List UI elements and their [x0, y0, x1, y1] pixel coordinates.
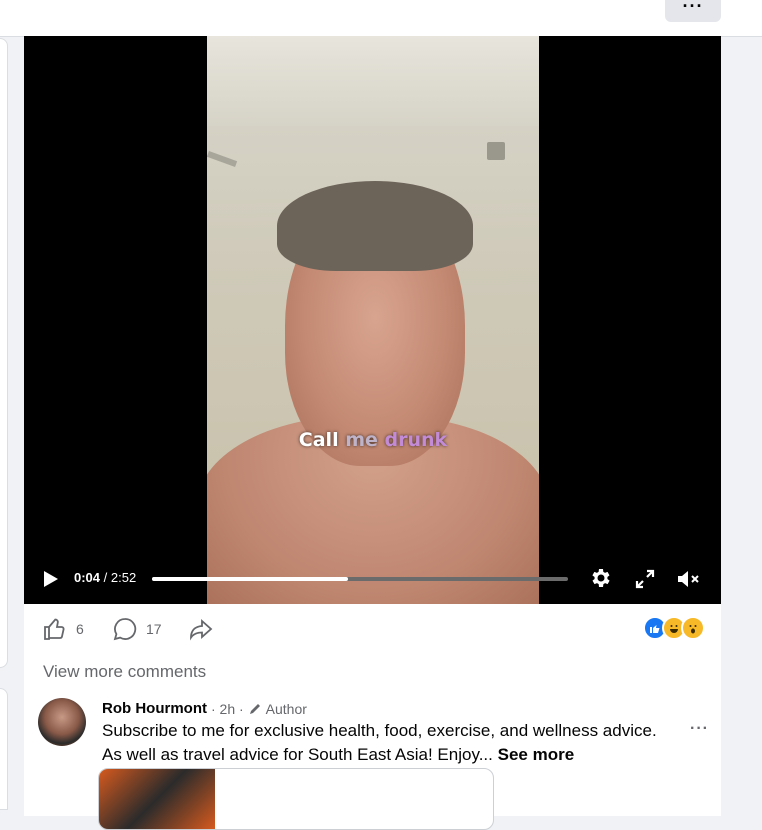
top-bar: ···	[0, 0, 762, 37]
see-more-link[interactable]: See more	[498, 745, 575, 764]
post-actions: 6 17	[24, 604, 721, 650]
caption-word-1: Call	[298, 429, 339, 451]
ceiling	[207, 36, 539, 126]
comment-button[interactable]: 17	[112, 616, 162, 642]
post-card: Call me drunk 0:04 / 2:52 6 17 View more…	[24, 36, 721, 830]
comment-item: Rob Hourmont · 2h · Author Subscribe to …	[102, 700, 702, 767]
video-controls: 0:04 / 2:52	[24, 564, 721, 594]
comment-bubble-icon	[112, 616, 138, 642]
fullscreen-icon[interactable]	[634, 568, 656, 590]
pencil-icon	[248, 702, 262, 716]
reaction-summary[interactable]	[643, 616, 705, 640]
time-separator: /	[100, 570, 111, 585]
caption-word-2: me	[345, 429, 378, 451]
left-card-edge-2	[0, 688, 8, 810]
view-more-comments-link[interactable]: View more comments	[43, 662, 206, 682]
vent	[487, 142, 505, 160]
progress-bar[interactable]	[152, 577, 568, 581]
link-preview-image	[99, 769, 215, 829]
share-button[interactable]	[188, 616, 214, 642]
time-display: 0:04 / 2:52	[74, 570, 136, 585]
left-card-edge	[0, 38, 8, 668]
thumbs-up-icon	[42, 616, 68, 642]
pipe	[207, 151, 238, 167]
more-options-button[interactable]: ···	[665, 0, 721, 22]
like-count: 6	[76, 621, 84, 637]
comment-text: Subscribe to me for exclusive health, fo…	[102, 719, 702, 767]
comment-count: 17	[146, 621, 162, 637]
video-player[interactable]: Call me drunk 0:04 / 2:52	[24, 36, 721, 604]
author-badge: Author	[265, 700, 307, 717]
progress-fill	[152, 577, 348, 581]
comment-text-line-1: Subscribe to me for exclusive health, fo…	[102, 721, 657, 740]
share-arrow-icon	[188, 616, 214, 642]
comment-text-line-2: As well as travel advice for South East …	[102, 745, 493, 764]
comment-time: · 2h ·	[210, 700, 244, 717]
video-caption: Call me drunk	[207, 429, 539, 451]
person-hair	[277, 181, 473, 271]
duration: 2:52	[110, 570, 137, 585]
caption-word-3: drunk	[384, 429, 448, 451]
like-button[interactable]: 6	[42, 616, 84, 642]
play-icon[interactable]	[42, 570, 60, 588]
avatar[interactable]	[38, 698, 86, 746]
comment-author[interactable]: Rob Hourmont	[102, 700, 207, 717]
video-frame: Call me drunk	[207, 36, 539, 604]
comment-header: Rob Hourmont · 2h · Author	[102, 700, 702, 717]
comment-menu-icon[interactable]: ···	[690, 720, 709, 738]
wow-reaction-icon	[681, 616, 705, 640]
link-preview-card[interactable]	[98, 768, 494, 830]
current-time: 0:04	[74, 570, 101, 585]
muted-speaker-icon[interactable]	[676, 568, 702, 590]
gear-icon[interactable]	[588, 566, 612, 590]
